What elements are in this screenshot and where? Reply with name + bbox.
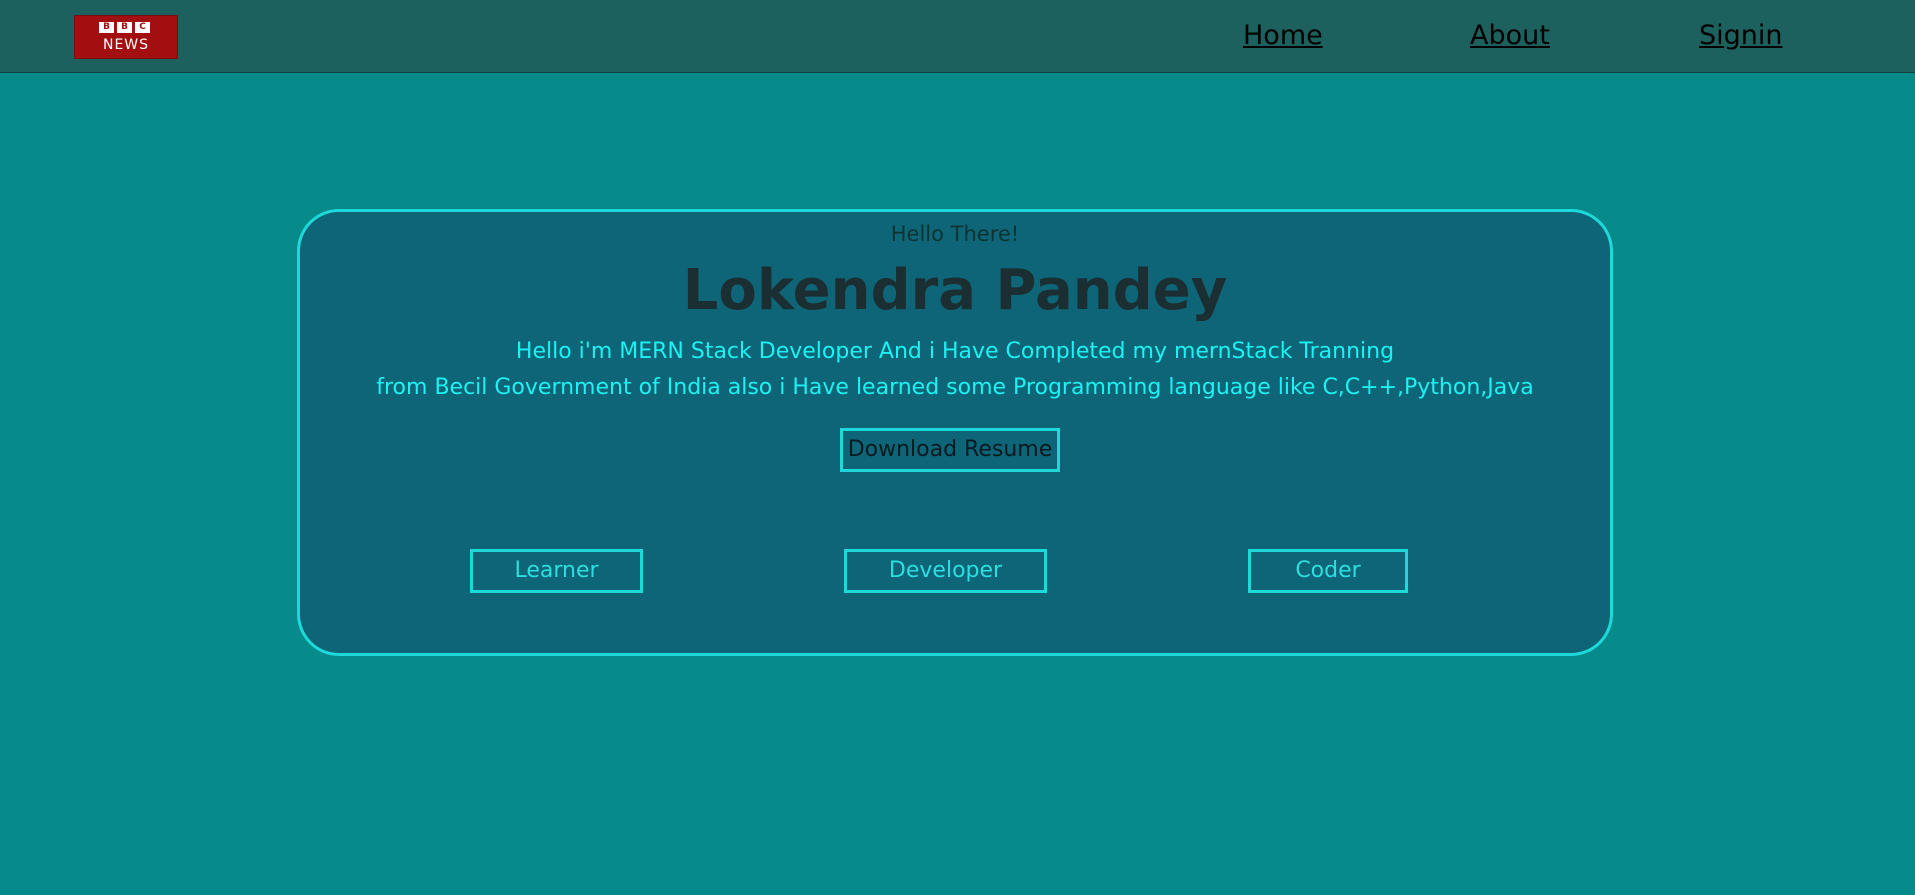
nav-link-signin[interactable]: Signin: [1699, 18, 1783, 54]
logo-bbc-blocks: B B C: [99, 22, 150, 33]
tag-coder[interactable]: Coder: [1248, 549, 1408, 593]
logo-word: NEWS: [102, 37, 150, 53]
nav-link-about[interactable]: About: [1470, 18, 1550, 54]
bbc-news-logo[interactable]: B B C NEWS: [74, 15, 178, 59]
bio-line-2: from Becil Government of India also i Ha…: [376, 375, 1534, 400]
greeting-text: Hello There!: [890, 222, 1020, 246]
tag-learner[interactable]: Learner: [470, 549, 643, 593]
bio-line-1: Hello i'm MERN Stack Developer And i Hav…: [515, 339, 1395, 364]
profile-name: Lokendra Pandey: [682, 258, 1228, 323]
download-resume-button[interactable]: Download Resume: [840, 428, 1060, 472]
navbar: B B C NEWS Home About Signin: [0, 0, 1915, 73]
nav-link-home[interactable]: Home: [1243, 18, 1323, 54]
hero-card: Hello There! Lokendra Pandey Hello i'm M…: [297, 209, 1613, 656]
logo-letter: B: [117, 22, 132, 33]
logo-letter: B: [99, 22, 114, 33]
logo-letter: C: [135, 22, 150, 33]
tag-developer[interactable]: Developer: [844, 549, 1047, 593]
